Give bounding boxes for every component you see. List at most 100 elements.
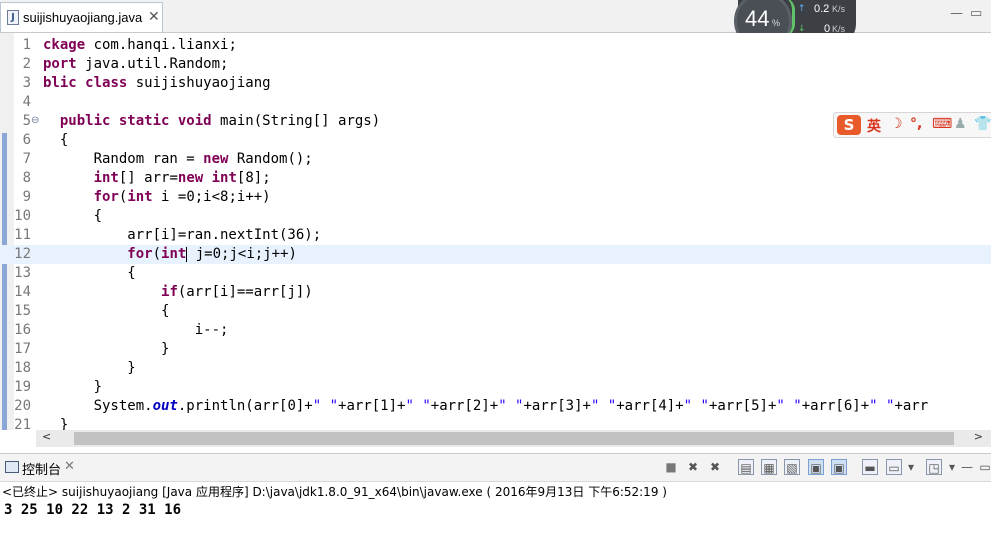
code-line[interactable]: 15 { <box>0 302 991 321</box>
code-text: arr[i]=ran.nextInt(36); <box>43 226 321 245</box>
scrollbar-thumb[interactable] <box>74 432 954 445</box>
line-number: 1 <box>22 37 31 53</box>
code-token: [] arr= <box>118 170 178 186</box>
code-token: } <box>43 379 103 395</box>
ime-toolbar[interactable]: S 英 ☽ °, ⌨ ♟ 👕 <box>833 112 991 138</box>
line-number: 5 <box>22 113 31 129</box>
console-tab-label[interactable]: 控制台 <box>22 459 61 478</box>
code-line[interactable]: 12 for(int j=0;j<i;j++) <box>0 245 991 264</box>
code-line[interactable]: 9 for(int i =0;i<8;i++) <box>0 188 991 207</box>
gauge-percent: 44 <box>745 6 770 31</box>
remove-all-button[interactable]: ✖ <box>707 459 723 475</box>
new-console-button[interactable]: ◳ <box>926 459 942 475</box>
string-token: " " <box>590 398 617 414</box>
line-number: 2 <box>22 56 31 72</box>
minimize-view-button[interactable]: — <box>959 459 975 475</box>
minimize-icon[interactable]: — <box>950 6 963 21</box>
code-line[interactable]: 17 } <box>0 340 991 359</box>
display-menu-button[interactable]: ▾ <box>903 459 919 475</box>
new-console-menu-button[interactable]: ▾ <box>944 459 960 475</box>
close-tab-icon[interactable]: ✕ <box>148 9 160 25</box>
maximize-icon[interactable]: ▭ <box>970 6 982 21</box>
code-line[interactable]: 19 } <box>0 378 991 397</box>
line-number: 3 <box>22 75 31 91</box>
code-line[interactable]: 14 if(arr[i]==arr[j]) <box>0 283 991 302</box>
scroll-lock-button[interactable]: ▦ <box>761 459 777 475</box>
keyword-token: new <box>203 151 237 167</box>
upload-arrow-icon: ↑ <box>798 4 806 14</box>
code-line[interactable]: 7 Random ran = new Random(); <box>0 150 991 169</box>
code-token: i =0;i<8;i++) <box>161 189 271 205</box>
keyword-token: new <box>177 170 212 186</box>
code-editor[interactable]: 1 ckage com.hanqi.lianxi; 2 port java.util.… <box>0 33 991 433</box>
code-line[interactable]: 1 ckage com.hanqi.lianxi; <box>0 36 991 55</box>
code-token: +arr[6]+ <box>801 398 870 414</box>
code-token: +arr[3]+ <box>523 398 591 414</box>
remove-launch-button[interactable]: ✖ <box>685 459 701 475</box>
upload-rate: 0.2 <box>814 3 830 15</box>
display-console-button[interactable]: ▭ <box>886 459 902 475</box>
code-line[interactable]: 16 i--; <box>0 321 991 340</box>
code-line[interactable]: 2 port java.util.Random; <box>0 55 991 74</box>
close-console-icon[interactable]: ✕ <box>64 459 75 474</box>
code-text: blic class suijishuyaojiang <box>43 74 271 93</box>
line-number: 18 <box>14 360 31 376</box>
code-token: (arr[i]==arr[j]) <box>177 284 313 300</box>
clear-console-button[interactable]: ▤ <box>738 459 754 475</box>
code-line[interactable]: 4 <box>0 93 991 112</box>
code-line[interactable]: 13 { <box>0 264 991 283</box>
code-token: j=0;j<i;j++) <box>187 246 297 262</box>
string-token: " " <box>869 398 895 414</box>
line-number: 7 <box>22 151 31 167</box>
code-line[interactable]: 20 System.out.println(arr[0]+" "+arr[1]+… <box>0 397 991 416</box>
code-token: suijishuyaojiang <box>135 75 271 91</box>
ime-user-icon[interactable]: ♟ <box>954 116 967 132</box>
code-text: } <box>43 359 135 378</box>
code-line[interactable]: 8 int[] arr=new int[8]; <box>0 169 991 188</box>
keyword-token: int <box>161 246 187 262</box>
keyword-token: int <box>211 170 237 186</box>
code-token: java.util.Random; <box>85 56 229 72</box>
line-number: 13 <box>14 265 31 281</box>
show-stderr-button[interactable]: ▣ <box>831 459 847 475</box>
console-output: 3 25 10 22 13 2 31 16 <box>4 502 182 518</box>
ime-keyboard-icon[interactable]: ⌨ <box>932 116 952 132</box>
show-stdout-button[interactable]: ▣ <box>808 459 824 475</box>
word-wrap-button[interactable]: ▧ <box>784 459 800 475</box>
sogou-logo-icon[interactable]: S <box>837 115 861 135</box>
horizontal-scrollbar[interactable]: < > <box>36 430 991 447</box>
editor-tab-label: suijishuyaojiang.java <box>23 10 143 25</box>
maximize-view-button[interactable]: ▭ <box>977 459 991 475</box>
ime-skin-icon[interactable]: 👕 <box>974 116 991 132</box>
code-line[interactable]: 3 blic class suijishuyaojiang <box>0 74 991 93</box>
keyword-token: public static void <box>59 113 221 129</box>
line-number: 16 <box>14 322 31 338</box>
code-token: +arr[5]+ <box>708 398 777 414</box>
console-status: <已终止> suijishuyaojiang [Java 应用程序] D:\ja… <box>2 485 667 499</box>
ime-moon-icon[interactable]: ☽ <box>890 116 903 132</box>
ime-language-icon[interactable]: 英 <box>867 116 881 136</box>
code-line[interactable]: 18 } <box>0 359 991 378</box>
string-token: " " <box>405 398 431 414</box>
terminate-button[interactable]: ■ <box>663 459 679 475</box>
code-line[interactable]: 11 arr[i]=ran.nextInt(36); <box>0 226 991 245</box>
code-text: Random ran = new Random(); <box>43 150 313 169</box>
scroll-left-icon[interactable]: < <box>42 430 51 443</box>
code-text: public static void main(String[] args) <box>43 112 380 131</box>
line-number: 9 <box>22 189 31 205</box>
scroll-right-icon[interactable]: > <box>974 430 983 443</box>
code-text: for(int j=0;j<i;j++) <box>43 245 297 264</box>
editor-tab[interactable]: J suijishuyaojiang.java ✕ <box>0 2 163 32</box>
code-token: +arr[2]+ <box>430 398 499 414</box>
string-token: " " <box>312 398 339 414</box>
code-text: int[] arr=new int[8]; <box>43 169 271 188</box>
field-token: out <box>152 398 178 414</box>
fold-toggle-icon[interactable]: ⊖ <box>31 112 39 129</box>
pin-console-button[interactable]: ▬ <box>862 459 878 475</box>
ime-punctuation-icon[interactable]: °, <box>910 116 922 132</box>
code-token: com.hanqi.lianxi; <box>93 37 237 53</box>
keyword-token: int <box>93 170 119 186</box>
code-line[interactable]: 10 { <box>0 207 991 226</box>
